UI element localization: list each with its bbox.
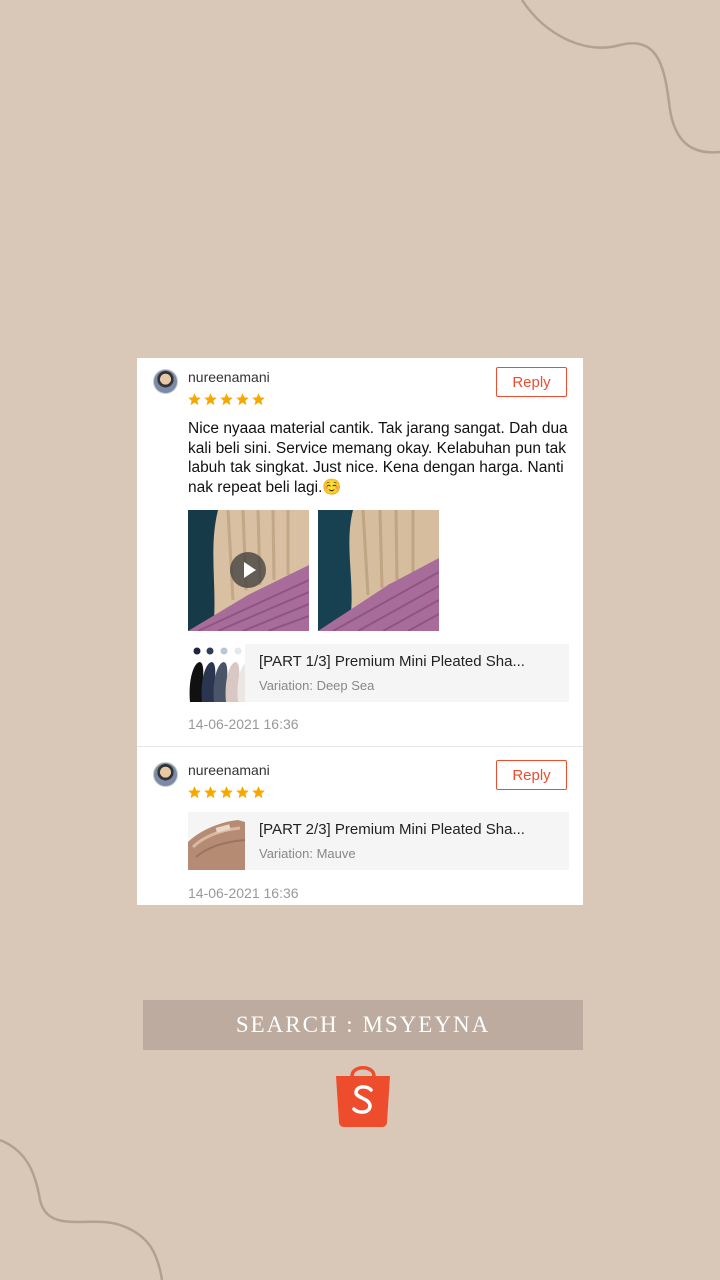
avatar[interactable] — [153, 762, 178, 787]
product-name: [PART 2/3] Premium Mini Pleated Sha... — [259, 821, 525, 838]
reply-button[interactable]: Reply — [496, 760, 567, 790]
review-item: nureenamani Reply Nice nyaaa material ca… — [137, 358, 583, 747]
product-item[interactable]: [PART 1/3] Premium Mini Pleated Sha... V… — [188, 644, 569, 702]
fabric-photo — [318, 510, 439, 631]
rating-stars — [187, 785, 266, 800]
star-icon — [204, 393, 217, 406]
star-icon — [188, 393, 201, 406]
review-card: nureenamani Reply Nice nyaaa material ca… — [137, 358, 583, 905]
star-icon — [236, 393, 249, 406]
star-icon — [252, 393, 265, 406]
product-thumbnail — [188, 812, 245, 870]
product-variation: Variation: Mauve — [259, 846, 356, 861]
review-comment: Nice nyaaa material cantik. Tak jarang s… — [188, 420, 568, 496]
product-item[interactable]: [PART 2/3] Premium Mini Pleated Sha... V… — [188, 812, 569, 870]
star-icon — [220, 786, 233, 799]
play-icon[interactable] — [230, 552, 266, 588]
review-username: nureenamani — [188, 762, 270, 778]
product-thumbnail — [188, 644, 245, 702]
avatar[interactable] — [153, 369, 178, 394]
review-video-thumbnail[interactable] — [188, 510, 309, 631]
review-username: nureenamani — [188, 369, 270, 385]
star-icon — [236, 786, 249, 799]
search-banner: SEARCH : MSYEYNA — [143, 1000, 583, 1050]
product-name: [PART 1/3] Premium Mini Pleated Sha... — [259, 653, 525, 670]
rating-stars — [187, 392, 266, 407]
review-date: 14-06-2021 16:36 — [188, 716, 299, 732]
reply-button[interactable]: Reply — [496, 367, 567, 397]
review-item: nureenamani Reply [PART 2/3] Premium Min… — [137, 747, 583, 905]
star-icon — [204, 786, 217, 799]
shopee-bag-icon — [336, 1066, 390, 1127]
review-photo-thumbnail[interactable] — [318, 510, 439, 631]
star-icon — [220, 393, 233, 406]
product-variation: Variation: Deep Sea — [259, 678, 375, 693]
star-icon — [188, 786, 201, 799]
review-date: 14-06-2021 16:36 — [188, 885, 299, 901]
star-icon — [252, 786, 265, 799]
